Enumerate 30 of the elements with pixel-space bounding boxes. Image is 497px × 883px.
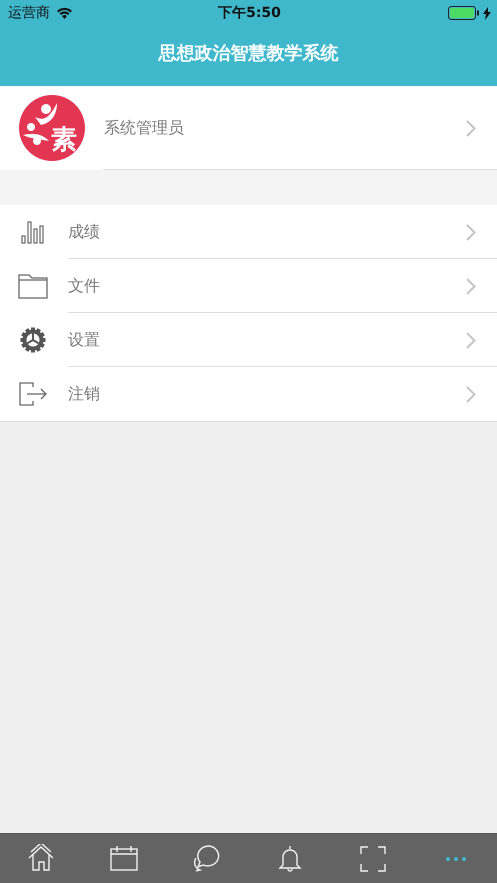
clock-time: 下午5:50: [218, 4, 281, 22]
tab-button[interactable]: [192, 844, 222, 874]
charging-icon: [483, 6, 492, 20]
menu-item[interactable]: 文件: [0, 259, 497, 313]
scan-icon: [360, 846, 386, 872]
gear-icon: [20, 327, 46, 353]
bell-icon: [279, 845, 301, 872]
user-name: 系统管理员: [104, 118, 185, 138]
bar-chart-icon: [20, 219, 46, 245]
profile-row[interactable]: 素 系统管理员: [0, 86, 497, 170]
calendar-icon: [110, 845, 138, 871]
chevron-icon: [466, 120, 476, 136]
chat-icon: [194, 845, 220, 872]
menu-item[interactable]: 成绩: [0, 205, 497, 259]
tab-button[interactable]: [358, 844, 388, 874]
home-icon: [28, 844, 54, 871]
menu-item[interactable]: 注销: [0, 367, 497, 421]
logo-badge: 素: [19, 95, 85, 161]
more-icon: [446, 857, 466, 861]
app-title: 思想政治智慧教学系统: [157, 42, 340, 66]
folder-icon: [18, 273, 48, 299]
chevron-icon: [466, 224, 476, 240]
battery-icon: [448, 6, 480, 20]
chevron-icon: [466, 386, 476, 402]
menu-item[interactable]: 设置: [0, 313, 497, 367]
chevron-icon: [466, 332, 476, 348]
chevron-icon: [466, 278, 476, 294]
logout-icon: [18, 381, 48, 407]
wifi-icon: [56, 7, 73, 19]
carrier-label: 运营商: [8, 4, 50, 22]
